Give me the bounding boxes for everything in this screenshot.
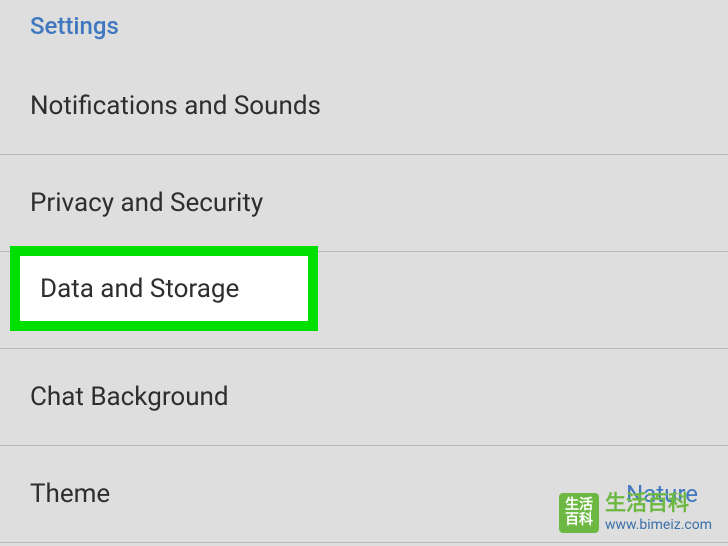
watermark-text: 生活百科 www.bimeiz.com bbox=[605, 492, 712, 534]
highlight-label: Data and Storage bbox=[40, 274, 239, 304]
settings-item-label: Privacy and Security bbox=[30, 188, 263, 218]
settings-item-label: Theme bbox=[30, 479, 110, 509]
watermark-logo: 生活 百科 bbox=[559, 493, 599, 533]
settings-item-label: Chat Background bbox=[30, 382, 229, 412]
settings-item-chat-background[interactable]: Chat Background bbox=[0, 349, 728, 446]
settings-item-privacy[interactable]: Privacy and Security bbox=[0, 155, 728, 252]
watermark: 生活 百科 生活百科 www.bimeiz.com bbox=[559, 492, 712, 534]
settings-item-label: Notifications and Sounds bbox=[30, 91, 321, 121]
watermark-url: www.bimeiz.com bbox=[605, 517, 712, 534]
highlighted-data-storage: Data and Storage bbox=[10, 246, 318, 331]
watermark-cn: 生活百科 bbox=[605, 492, 712, 517]
settings-item-notifications[interactable]: Notifications and Sounds bbox=[0, 58, 728, 155]
settings-section-header: Settings bbox=[0, 0, 728, 58]
